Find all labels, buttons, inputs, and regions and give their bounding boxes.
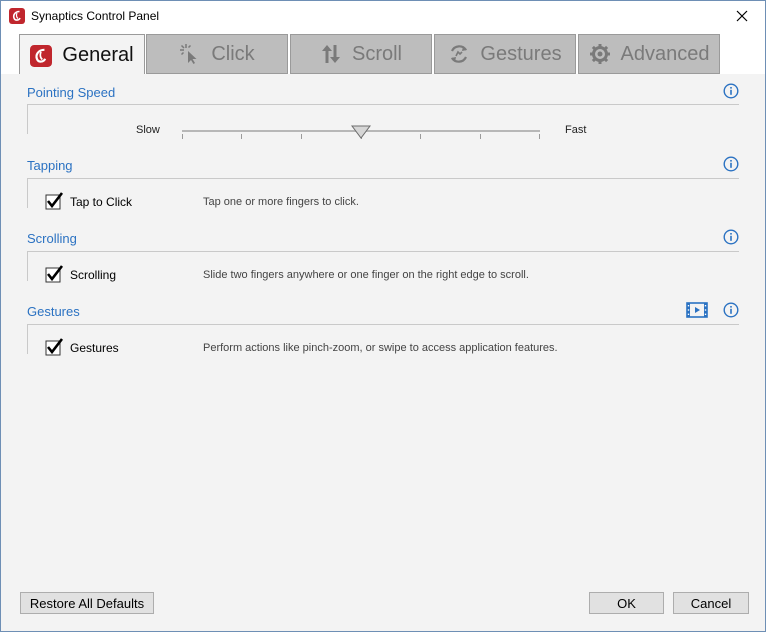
gestures-checkbox[interactable] <box>44 337 64 357</box>
section-border <box>27 178 28 208</box>
section-border <box>27 324 28 354</box>
synaptics-window: Synaptics Control Panel General Click Sc… <box>0 0 766 632</box>
scrolling-label: Scrolling <box>70 268 117 282</box>
restore-all-defaults-button[interactable]: Restore All Defaults <box>20 592 154 614</box>
gestures-title: Gestures <box>27 304 80 319</box>
section-divider <box>27 178 739 179</box>
slider-tick <box>539 134 540 139</box>
info-icon[interactable] <box>723 302 739 318</box>
section-divider <box>27 324 739 325</box>
scrolling-checkbox[interactable] <box>44 264 64 284</box>
tap-to-click-description: Tap one or more fingers to click. <box>203 196 359 208</box>
slider-thumb[interactable] <box>351 125 371 139</box>
cancel-button[interactable]: Cancel <box>673 592 749 614</box>
section-divider <box>27 251 739 252</box>
video-film-icon[interactable] <box>686 302 708 318</box>
tapping-title: Tapping <box>27 158 73 173</box>
section-border <box>27 251 28 281</box>
slider-tick <box>480 134 481 139</box>
slider-tick <box>420 134 421 139</box>
ok-button[interactable]: OK <box>589 592 664 614</box>
pointing-speed-slider[interactable] <box>1 1 765 201</box>
scrolling-title: Scrolling <box>27 231 77 246</box>
info-icon[interactable] <box>723 156 739 172</box>
slider-tick <box>182 134 183 139</box>
slider-tick <box>301 134 302 139</box>
tap-to-click-label: Tap to Click <box>70 195 133 209</box>
gestures-label: Gestures <box>70 341 119 355</box>
tap-to-click-checkbox[interactable] <box>44 191 64 211</box>
gestures-description: Perform actions like pinch-zoom, or swip… <box>203 342 558 354</box>
scrolling-description: Slide two fingers anywhere or one finger… <box>203 269 529 281</box>
info-icon[interactable] <box>723 229 739 245</box>
general-tab-content: Pointing Speed Slow Fast Tapping Tap to … <box>1 74 765 631</box>
slider-tick <box>241 134 242 139</box>
